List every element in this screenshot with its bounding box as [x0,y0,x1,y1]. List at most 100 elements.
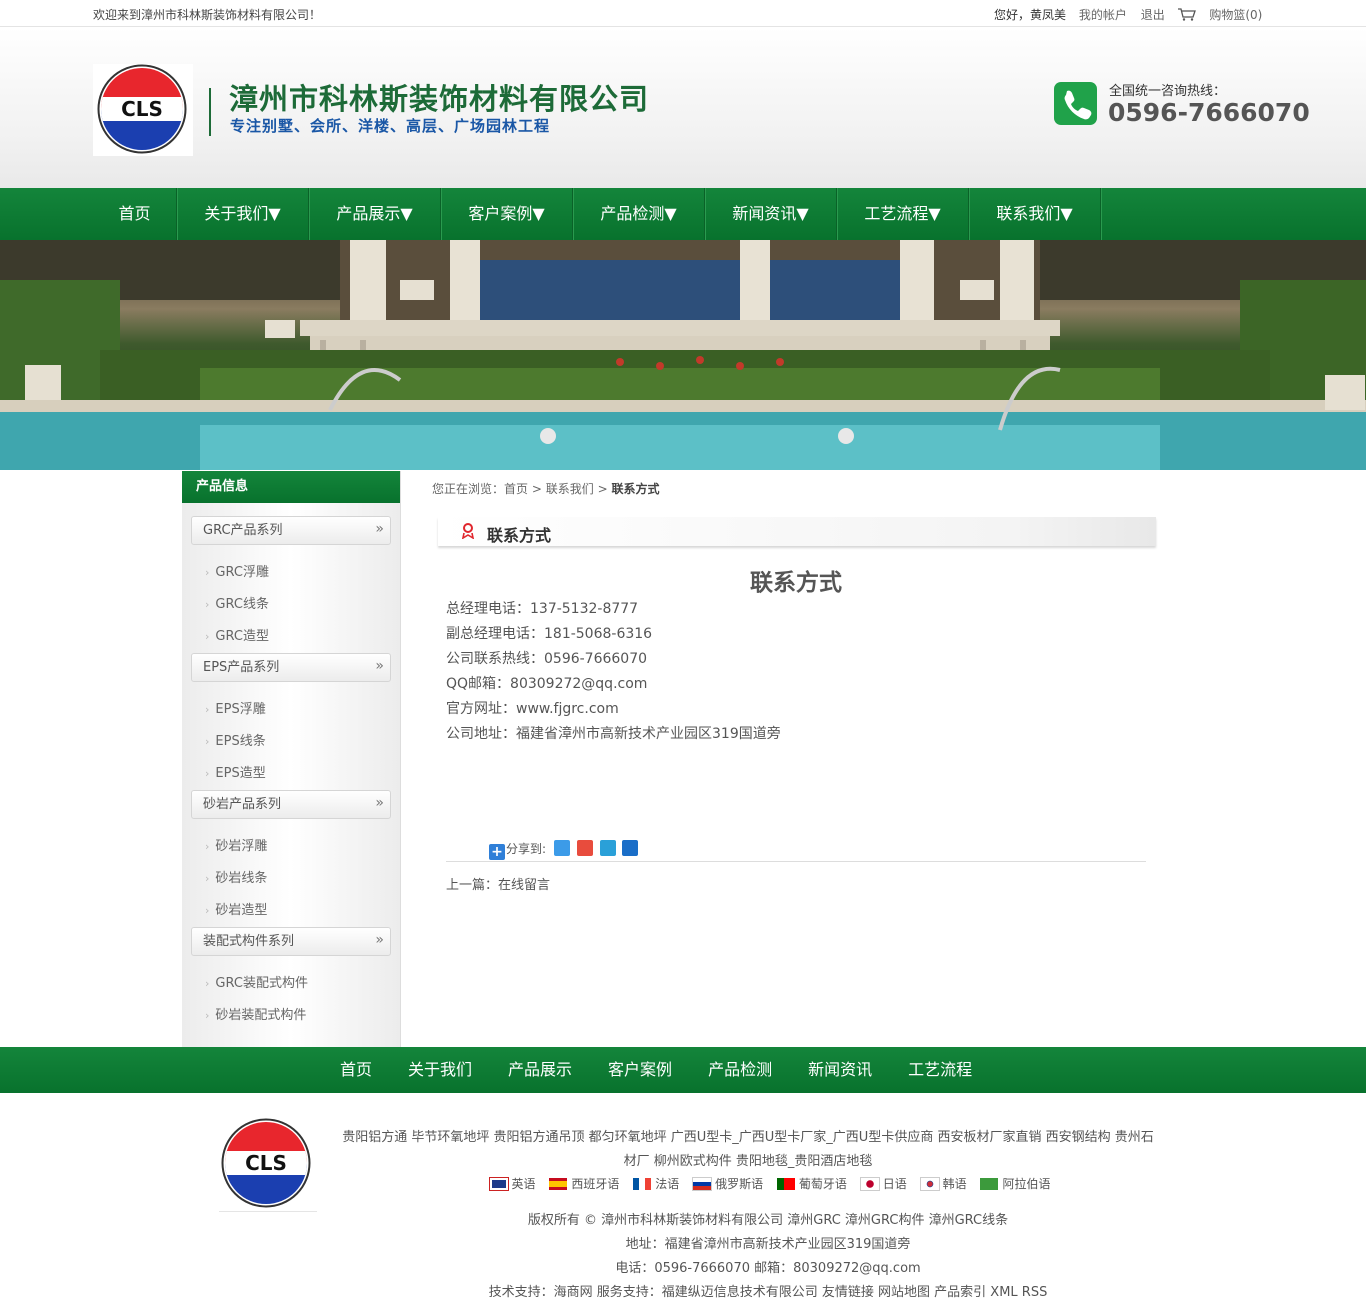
category-prefab[interactable]: 装配式构件系列 » [191,927,391,956]
japan-flag-icon [859,1177,880,1191]
language-switcher: 英语 西班牙语 法语 俄罗斯语 葡萄牙语 日语 韩语 阿拉伯语 [340,1175,1210,1192]
footer-logo: CLS [219,1116,317,1212]
top-bar: 欢迎来到漳州市科林斯装饰材料有限公司！ 您好，黄凤美 我的帐户 退出 购物篮(0… [0,0,1366,27]
footer-nav-about[interactable]: 关于我们 [390,1047,490,1093]
lang-english[interactable]: 英语 [488,1177,536,1191]
nav-contact[interactable]: 联系我们▼ [969,188,1101,240]
breadcrumb-contact[interactable]: 联系我们 [546,482,594,496]
company-name: 漳州市科林斯装饰材料有限公司 [229,82,650,116]
my-account-link[interactable]: 我的帐户 [1079,8,1136,22]
svg-text:CLS: CLS [245,1151,287,1175]
hero-banner [0,240,1366,470]
nav-products[interactable]: 产品展示▼ [309,188,441,240]
nav-about[interactable]: 关于我们▼ [177,188,309,240]
main-nav: 首页 关于我们▼ 产品展示▼ 客户案例▼ 产品检测▼ 新闻资讯▼ 工艺流程▼ 联… [0,188,1366,240]
info-website: 官方网址：www.fjgrc.com [446,701,619,717]
lang-spanish[interactable]: 西班牙语 [549,1177,619,1191]
lang-japanese[interactable]: 日语 [859,1177,907,1191]
double-chevron-icon: » [375,521,384,537]
saudi-flag-icon [980,1178,999,1190]
copyright: 版权所有 © 漳州市科林斯装饰材料有限公司 漳州GRC 漳州GRC构件 漳州GR… [527,1213,1009,1228]
breadcrumb-home[interactable]: 首页 [504,482,528,496]
nav-process[interactable]: 工艺流程▼ [837,188,969,240]
friend-links[interactable]: 贵阳铝方通 毕节环氧地坪 贵阳铝方通吊顶 都匀环氧地坪 广西U型卡_广西U型卡厂… [340,1126,1156,1174]
greeting: 您好，黄凤美 [994,8,1067,22]
info-address: 公司地址：福建省漳州市高新技术产业园区319国道旁 [446,726,781,742]
user-links: 您好，黄凤美 我的帐户 退出 购物篮(0) [994,6,1271,23]
sub-item-grc-shapes[interactable]: GRC造型 [205,625,269,644]
site-header: CLS 漳州市科林斯装饰材料有限公司 专注别墅、会所、洋楼、高层、广场园林工程 … [0,28,1366,188]
double-chevron-icon: » [375,658,384,674]
double-chevron-icon: » [375,932,384,948]
info-hotline: 公司联系热线：0596-7666070 [446,651,648,667]
sub-item-eps-shapes[interactable]: EPS造型 [205,762,265,781]
footer-nav: 首页 关于我们 产品展示 客户案例 产品检测 新闻资讯 工艺流程 [0,1047,1366,1093]
lang-portuguese[interactable]: 葡萄牙语 [776,1177,847,1191]
sub-item-sandstone-relief[interactable]: 砂岩浮雕 [205,835,267,854]
lang-arabic[interactable]: 阿拉伯语 [980,1177,1050,1191]
nav-cases[interactable]: 客户案例▼ [441,188,573,240]
footer-nav-products[interactable]: 产品展示 [490,1047,590,1093]
sub-item-eps-lines[interactable]: EPS线条 [205,730,265,749]
category-eps[interactable]: EPS产品系列 » [191,653,391,682]
breadcrumb: 您正在浏览：首页 > 联系我们 > 联系方式 [432,482,660,496]
cls-logo-icon: CLS [97,64,187,154]
info-gm-phone: 总经理电话：137-5132-8777 [446,601,639,617]
footer-nav-process[interactable]: 工艺流程 [890,1047,990,1093]
section-header: 联系方式 [438,517,1156,546]
sub-item-sandstone-shapes[interactable]: 砂岩造型 [205,899,267,918]
logout-link[interactable]: 退出 [1141,8,1174,22]
sub-item-eps-relief[interactable]: EPS浮雕 [205,698,265,717]
russia-flag-icon [692,1177,713,1191]
lang-russian[interactable]: 俄罗斯语 [692,1177,763,1191]
footer-nav-testing[interactable]: 产品检测 [690,1047,790,1093]
tencent-weibo-share-icon[interactable] [599,840,616,856]
weibo-share-icon[interactable] [576,840,593,856]
renren-share-icon[interactable] [622,840,639,856]
share-bar: + 分享到: [489,840,641,860]
prev-article-link[interactable]: 在线留言 [498,878,550,893]
sub-item-grc-relief[interactable]: GRC浮雕 [205,561,269,580]
cart-link[interactable]: 购物篮(0) [1209,8,1271,22]
logo-divider [209,88,211,136]
garden-pool-image [0,240,1366,470]
product-sidebar: 产品信息 GRC产品系列 » GRC浮雕 GRC线条 GRC造型 EPS产品系列… [182,471,401,1047]
hotline-label: 全国统一咨询热线： [1109,84,1227,99]
prev-article: 上一篇：在线留言 [446,878,551,893]
welcome-text: 欢迎来到漳州市科林斯装饰材料有限公司！ [93,8,322,22]
lang-korean[interactable]: 韩语 [919,1177,967,1191]
section-title: 联系方式 [487,526,552,545]
footer-nav-cases[interactable]: 客户案例 [590,1047,690,1093]
sub-item-sandstone-prefab[interactable]: 砂岩装配式构件 [205,1004,306,1023]
location-pin-icon [462,523,474,539]
svg-text:CLS: CLS [121,97,163,121]
cart-icon[interactable] [1177,8,1196,21]
sub-item-sandstone-lines[interactable]: 砂岩线条 [205,867,267,886]
qzone-share-icon[interactable] [553,840,570,856]
divider [446,861,1146,862]
nav-testing[interactable]: 产品检测▼ [573,188,705,240]
share-plus-icon[interactable]: + [489,844,505,860]
nav-home[interactable]: 首页 [93,188,177,240]
phone-icon [1054,82,1097,125]
category-grc[interactable]: GRC产品系列 » [191,516,391,545]
logo[interactable]: CLS [93,64,193,156]
sub-item-grc-lines[interactable]: GRC线条 [205,593,269,612]
sub-item-grc-prefab[interactable]: GRC装配式构件 [205,972,308,991]
info-deputy-phone: 副总经理电话：181-5068-6316 [446,626,653,642]
footer-contact: 电话：0596-7666070 邮箱：80309272@qq.com [615,1261,921,1276]
info-email: QQ邮箱：80309272@qq.com [446,676,648,692]
lang-french[interactable]: 法语 [633,1177,679,1191]
sidebar-title: 产品信息 [182,471,400,503]
footer-support[interactable]: 技术支持：海商网 服务支持：福建纵迈信息技术有限公司 友情链接 网站地图 产品索… [340,1281,1196,1300]
cls-logo-icon: CLS [221,1118,311,1208]
nav-news[interactable]: 新闻资讯▼ [705,188,837,240]
slogan: 专注别墅、会所、洋楼、高层、广场园林工程 [230,117,551,135]
double-chevron-icon: » [375,795,384,811]
category-sandstone[interactable]: 砂岩产品系列 » [191,790,391,819]
breadcrumb-current: 联系方式 [611,482,660,496]
uk-flag-icon [488,1177,509,1191]
portugal-flag-icon [776,1178,795,1190]
footer-nav-home[interactable]: 首页 [322,1047,390,1093]
footer-nav-news[interactable]: 新闻资讯 [790,1047,890,1093]
